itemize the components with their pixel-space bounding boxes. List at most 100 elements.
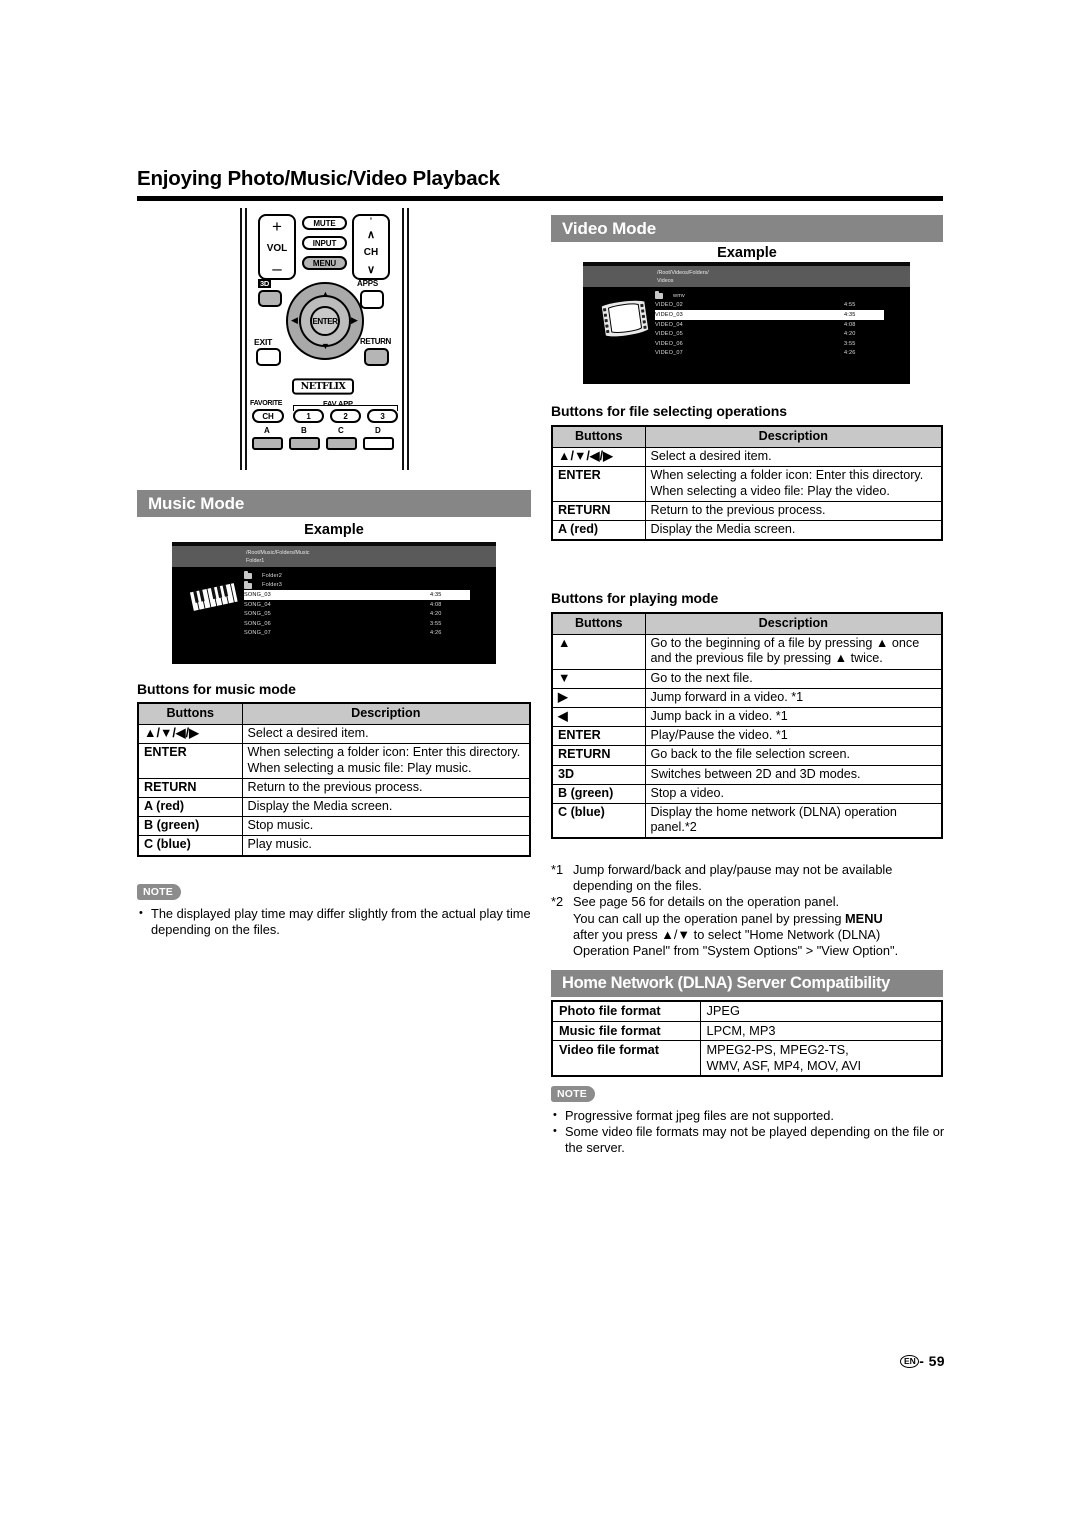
locale-mark: EN	[900, 1354, 920, 1368]
button-key-cell: RETURN	[551, 745, 646, 766]
section-header-video-mode: Video Mode	[551, 215, 943, 242]
remote-body-edge-left-outer	[240, 208, 242, 470]
volume-down-icon: –	[272, 258, 282, 278]
file-duration: 4:55	[844, 302, 856, 309]
dlna-note-list: Progressive format jpeg files are not su…	[553, 1107, 945, 1157]
video-screen-body: wmv VIDEO_02 4:55 VIDEO_03 4:35 VIDEO_04 4:08 V…	[583, 287, 910, 384]
three-d-button	[258, 290, 282, 307]
file-list-file-row: VIDEO_02 4:55	[655, 301, 884, 311]
return-button	[364, 348, 389, 366]
remote-body-edge-left-inner	[245, 208, 247, 470]
file-list-file-row: VIDEO_07 4:26	[655, 349, 884, 359]
section-header-music-mode: Music Mode	[137, 490, 531, 517]
button-key-cell: ▼	[551, 668, 646, 689]
file-list-file-row: VIDEO_06 3:55	[655, 339, 884, 349]
music-buttons-table: Buttons Description ▲/▼/◀/▶ Select a desi…	[137, 702, 531, 857]
table-row: Photo file format JPEG	[551, 1000, 943, 1022]
channel-label: CH	[363, 247, 379, 258]
table-row: Music file format LPCM, MP3	[551, 1020, 943, 1042]
video-example-screen: /Root/Videos/Folders/ Videos wmv VIDEO_0…	[583, 262, 910, 384]
input-button: INPUT	[302, 236, 347, 250]
button-description-cell: Go to the beginning of a file by pressin…	[644, 634, 943, 670]
footnote-2-mark: *2	[551, 894, 564, 910]
format-label-cell: Photo file format	[551, 1000, 701, 1022]
file-duration: 3:55	[430, 620, 442, 627]
page-number-value: 59	[928, 1353, 945, 1369]
footnote-2-line-2-text: You can call up the operation panel by p…	[573, 910, 846, 926]
footnote-2-line-4: Operation Panel" from "System Options" >…	[573, 943, 899, 959]
dpad-down-icon: ▼	[321, 341, 330, 351]
file-duration: 4:08	[844, 321, 856, 328]
file-name: SONG_03	[244, 591, 271, 598]
button-description-cell: Select a desired item.	[644, 447, 943, 468]
apps-button	[360, 290, 384, 309]
video-example-label: Example	[717, 245, 777, 261]
table-row: Video file format MPEG2-PS, MPEG2-TS, WMV,…	[551, 1040, 943, 1077]
music-file-list: Folder2 Folder3 SONG_03 4:35 SONG_04 4:08 SONG…	[244, 571, 470, 638]
file-duration: 4:35	[430, 591, 442, 598]
netflix-button: NETFLIX	[292, 378, 354, 395]
fav-app-3-button: 3	[367, 409, 398, 423]
table-row: ENTER Play/Pause the video. *1	[551, 726, 943, 747]
video-path-line-2: Videos	[657, 278, 674, 285]
remote-body-edge-right-inner	[402, 208, 404, 470]
button-key-cell: ▲/▼/◀/▶	[551, 447, 646, 468]
footnote-1-text: Jump forward/back and play/pause may not…	[573, 862, 893, 894]
file-duration: 4:26	[844, 350, 856, 357]
dlna-compatibility-table: Photo file format JPEG Music file format LP…	[551, 1000, 943, 1078]
footnote-2-line-2: You can call up the operation panel by p…	[573, 911, 945, 927]
file-name: VIDEO_03	[655, 311, 683, 318]
button-key-cell: ▲	[551, 634, 646, 670]
button-description-cell: Stop music.	[241, 816, 531, 837]
dpad-up-icon: ▲	[321, 289, 330, 299]
table-row: C (blue) Play music.	[137, 835, 531, 857]
dlna-note-badge: NOTE	[551, 1086, 595, 1102]
button-key-cell: C (blue)	[137, 835, 243, 857]
button-description-cell: Return to the previous process.	[644, 500, 943, 522]
table-row: B (green) Stop music.	[137, 816, 531, 837]
playing-mode-table-body: ▲ Go to the beginning of a file by pressi…	[551, 634, 943, 839]
button-key-cell: B (green)	[137, 816, 243, 837]
table-row: ▲ Go to the beginning of a file by pressi…	[551, 634, 943, 670]
table-row: ENTER When selecting a folder icon: Enter…	[551, 466, 943, 502]
table-row: ▶ Jump forward in a video. *1	[551, 687, 943, 709]
button-key-cell: ENTER	[137, 743, 243, 779]
file-list-file-row: VIDEO_05 4:20	[655, 329, 884, 339]
film-strip-icon	[600, 299, 650, 338]
music-example-screen: /Root/Music/Folders/Music Folder1 Folder…	[172, 542, 496, 664]
format-value-cell: JPEG	[699, 1000, 943, 1022]
button-key-cell: RETURN	[551, 500, 646, 522]
button-description-cell: When selecting a folder icon: Enter this…	[644, 466, 943, 502]
button-key-cell: ENTER	[551, 726, 646, 747]
file-name: wmv	[673, 292, 685, 299]
button-description-cell: Display the Media screen.	[644, 520, 943, 541]
table-header-row: Buttons Description	[551, 612, 943, 636]
footnote-2-line-3: after you press ▲/▼ to select "Home Netw…	[573, 926, 881, 942]
button-key-cell: ▶	[551, 687, 646, 709]
folder-icon	[244, 571, 252, 580]
mute-button: MUTE	[302, 216, 347, 230]
fav-app-2-button: 2	[330, 409, 361, 423]
color-button-b-label: B	[301, 426, 307, 435]
volume-rocker: + VOL –	[258, 214, 296, 280]
file-select-table-heading: Buttons for file selecting operations	[551, 403, 787, 419]
button-key-cell: 3D	[551, 764, 646, 785]
button-key-cell: A (red)	[551, 520, 646, 541]
format-label-cell: Music file format	[551, 1020, 701, 1042]
button-description-cell: Stop a video.	[644, 783, 943, 805]
page-number: EN - 59	[820, 1353, 945, 1369]
video-file-list: wmv VIDEO_02 4:55 VIDEO_03 4:35 VIDEO_04 4:08 V…	[655, 291, 884, 358]
file-list-file-row: VIDEO_04 4:08	[655, 320, 884, 330]
enter-button: ENTER	[310, 306, 340, 336]
file-name: Folder2	[262, 572, 283, 579]
format-label-cell: Video file format	[551, 1040, 701, 1077]
button-description-cell: Play/Pause the video. *1	[644, 726, 943, 747]
note-item: The displayed play time may differ sligh…	[139, 905, 535, 938]
three-d-label: 3D	[258, 279, 271, 288]
color-button-c-label: C	[338, 426, 344, 435]
title-divider	[137, 196, 943, 201]
table-row: C (blue) Display the home network (DLNA) …	[551, 803, 943, 839]
button-key-cell: C (blue)	[551, 803, 646, 839]
channel-down-icon: ∨	[366, 264, 376, 276]
footnote-2-line-1: See page 56 for details on the operation…	[573, 894, 840, 910]
